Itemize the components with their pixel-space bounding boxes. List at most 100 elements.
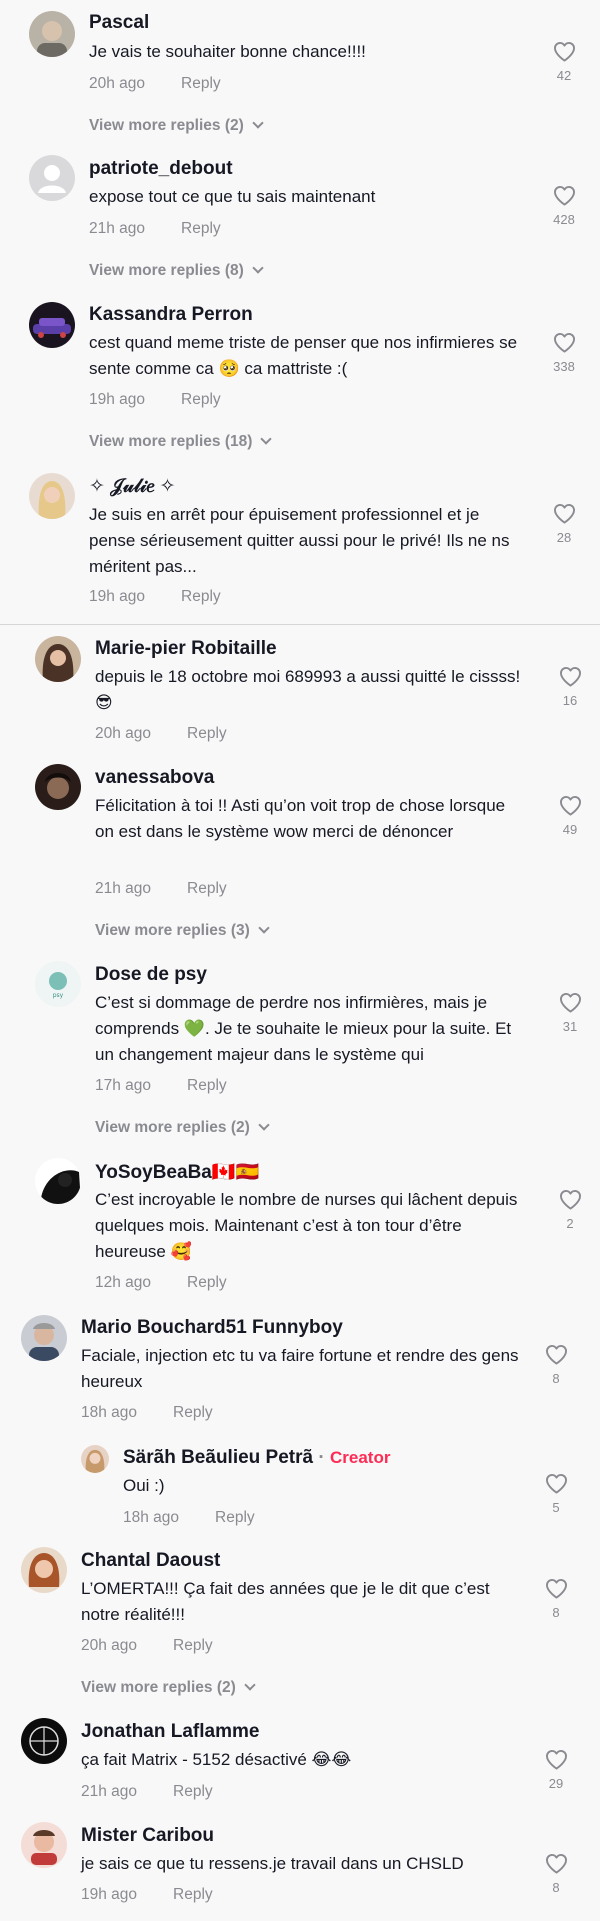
heart-outline-icon [559, 992, 582, 1013]
avatar[interactable] [35, 1158, 81, 1204]
view-more-replies-button[interactable]: View more replies (2) [81, 1679, 256, 1697]
comment-meta: 20h ago Reply [95, 725, 227, 743]
comment-text: cest quand meme triste de penser que nos… [89, 333, 518, 378]
avatar[interactable] [29, 473, 75, 519]
section-divider [0, 624, 600, 625]
reply-button[interactable]: Reply [181, 75, 221, 92]
like-count: 8 [552, 1371, 560, 1386]
heart-outline-icon [553, 185, 576, 206]
comment-username[interactable]: Mister Caribou [81, 1825, 214, 1847]
like-count: 8 [552, 1880, 560, 1895]
view-more-replies-label: View more replies (18) [89, 433, 253, 450]
comment-username[interactable]: Kassandra Perron [89, 304, 253, 326]
avatar[interactable] [35, 636, 81, 682]
like-button[interactable]: 31 [550, 992, 590, 1034]
like-count: 29 [548, 1776, 564, 1791]
comment-text: expose tout ce que tu sais maintenant [89, 187, 376, 206]
like-button[interactable]: 42 [544, 41, 584, 83]
like-button[interactable]: 16 [550, 666, 590, 708]
view-more-replies-label: View more replies (2) [95, 1119, 250, 1136]
comment-username[interactable]: vanessabova [95, 767, 214, 789]
like-button[interactable]: 8 [536, 1344, 576, 1386]
comment-username[interactable]: patriote_debout [89, 158, 233, 180]
reply-button[interactable]: Reply [173, 1783, 213, 1800]
comment-text: ça fait Matrix - 5152 désactivé 😂😂 [81, 1750, 352, 1769]
reply-button[interactable]: Reply [215, 1509, 255, 1526]
comment-time: 19h ago [89, 588, 146, 605]
like-button[interactable]: 29 [536, 1749, 576, 1791]
comment-meta: 19h ago Reply [89, 391, 221, 409]
reply-button[interactable]: Reply [173, 1886, 213, 1903]
comment-username[interactable]: Dose de psy [95, 964, 207, 986]
comment-time: 20h ago [95, 725, 152, 742]
separator-dot: · [318, 1447, 325, 1468]
like-button[interactable]: 2 [550, 1189, 590, 1231]
avatar[interactable] [21, 1718, 67, 1764]
avatar[interactable] [29, 155, 75, 201]
comment-time: 12h ago [95, 1274, 152, 1291]
view-more-replies-button[interactable]: View more replies (18) [89, 433, 273, 451]
reply-button[interactable]: Reply [173, 1637, 213, 1654]
reply-button[interactable]: Reply [181, 588, 221, 605]
view-more-replies-button[interactable]: View more replies (2) [95, 1119, 270, 1137]
comment-time: 20h ago [89, 75, 146, 92]
comment-username[interactable]: ✧ 𝒥𝓊𝓁𝒾𝑒 ✧ [89, 475, 175, 498]
view-more-replies-button[interactable]: View more replies (8) [89, 262, 264, 280]
like-count: 49 [562, 822, 578, 837]
like-count: 5 [552, 1500, 560, 1515]
creator-badge: Creator [329, 1448, 391, 1467]
comment-username[interactable]: YoSoyBeaBa🇨🇦🇪🇸 [95, 1160, 259, 1184]
comment-time: 20h ago [81, 1637, 138, 1654]
chevron-down-icon [260, 433, 273, 445]
like-count: 2 [566, 1216, 574, 1231]
reply-button[interactable]: Reply [187, 725, 227, 742]
avatar[interactable] [29, 11, 75, 57]
avatar[interactable] [29, 302, 75, 348]
like-button[interactable]: 49 [550, 795, 590, 837]
heart-outline-icon [545, 1853, 568, 1874]
avatar[interactable] [81, 1445, 109, 1473]
comment-text: Faciale, injection etc tu va faire fortu… [81, 1346, 519, 1391]
like-button[interactable]: 338 [544, 332, 584, 374]
view-more-replies-button[interactable]: View more replies (2) [89, 117, 264, 135]
comment-username[interactable]: Mario Bouchard51 Funnyboy [81, 1317, 343, 1339]
chevron-down-icon [252, 262, 264, 274]
reply-button[interactable]: Reply [181, 220, 221, 237]
like-button[interactable]: 428 [544, 185, 584, 227]
like-button[interactable]: 8 [536, 1578, 576, 1620]
view-more-replies-label: View more replies (8) [89, 262, 244, 279]
like-button[interactable]: 5 [536, 1473, 576, 1515]
comment-time: 18h ago [123, 1509, 180, 1526]
heart-outline-icon [545, 1473, 568, 1494]
avatar[interactable] [21, 1315, 67, 1361]
reply-button[interactable]: Reply [173, 1404, 213, 1421]
reply-button[interactable]: Reply [187, 880, 227, 897]
comment-time: 21h ago [81, 1783, 138, 1800]
comment-username[interactable]: Marie-pier Robitaille [95, 638, 277, 660]
comment-username[interactable]: Särãh Beãulieu Petrã [123, 1447, 313, 1468]
comment-text: C’est incroyable le nombre de nurses qui… [95, 1190, 518, 1261]
reply-button[interactable]: Reply [187, 1274, 227, 1291]
avatar[interactable] [35, 764, 81, 810]
comment-time: 18h ago [81, 1404, 138, 1421]
comment-time: 19h ago [81, 1886, 138, 1903]
like-button[interactable]: 28 [544, 503, 584, 545]
comment-text: Je vais te souhaiter bonne chance!!!! [89, 42, 366, 61]
avatar[interactable] [21, 1822, 67, 1868]
comment-username[interactable]: Pascal [89, 12, 149, 34]
reply-button[interactable]: Reply [187, 1077, 227, 1094]
avatar[interactable]: psy [35, 961, 81, 1007]
comment-username[interactable]: Jonathan Laflamme [81, 1721, 259, 1743]
like-button[interactable]: 8 [536, 1853, 576, 1895]
chevron-down-icon [244, 1679, 256, 1691]
comment-meta: 12h ago Reply [95, 1274, 227, 1292]
comment-meta: 20h ago Reply [81, 1637, 213, 1655]
comment-meta: 19h ago Reply [89, 588, 221, 606]
heart-outline-icon [559, 666, 582, 687]
comment-username[interactable]: Chantal Daoust [81, 1550, 220, 1572]
comment-meta: 19h ago Reply [81, 1886, 213, 1904]
view-more-replies-button[interactable]: View more replies (3) [95, 922, 270, 940]
comment-meta: 20h ago Reply [89, 75, 221, 93]
avatar[interactable] [21, 1547, 67, 1593]
reply-button[interactable]: Reply [181, 391, 221, 408]
